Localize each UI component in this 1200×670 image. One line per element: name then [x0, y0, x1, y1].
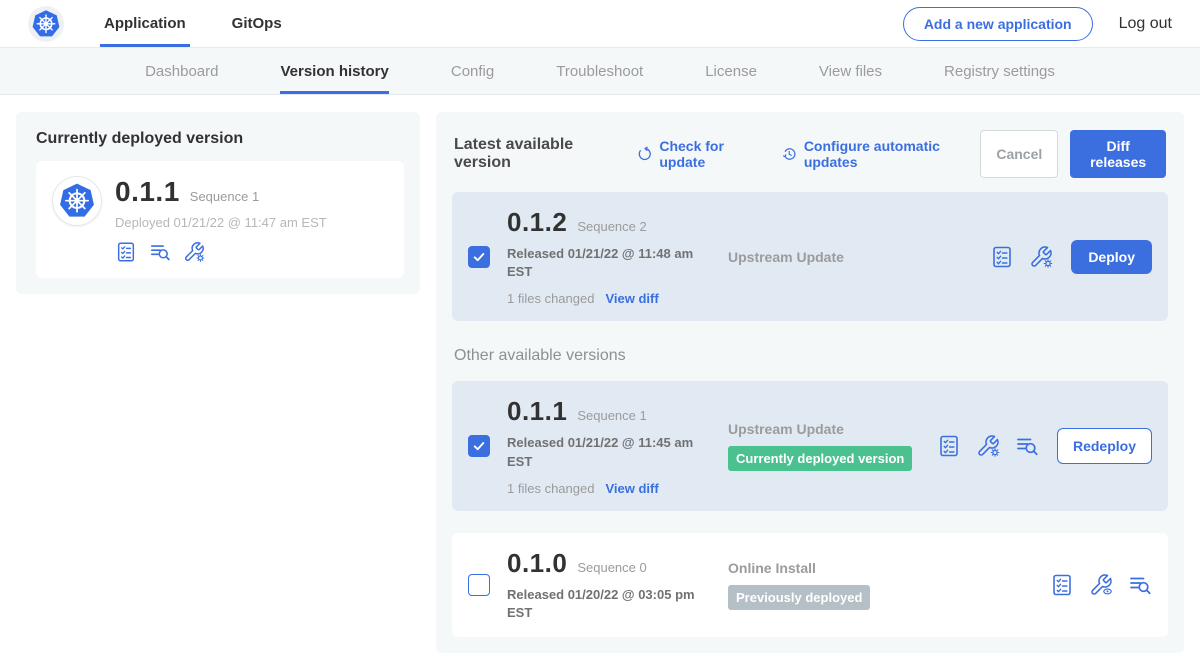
redeploy-button[interactable]: Redeploy — [1057, 428, 1152, 464]
sequence-label: Sequence 1 — [577, 408, 646, 423]
version-number: 0.1.1 — [507, 396, 567, 427]
version-row-0-1-0: 0.1.0 Sequence 0 Released 01/20/22 @ 03:… — [452, 533, 1168, 637]
checkmark-icon — [471, 249, 487, 265]
currently-deployed-panel: Currently deployed version 0.1.1 Sequenc… — [16, 112, 420, 294]
refresh-icon — [637, 145, 653, 163]
previously-deployed-badge: Previously deployed — [728, 585, 870, 610]
version-row-0-1-1: 0.1.1 Sequence 1 Released 01/21/22 @ 11:… — [452, 381, 1168, 510]
files-changed-label: 1 files changed — [507, 481, 594, 496]
app-subnav: Dashboard Version history Config Trouble… — [0, 48, 1200, 95]
other-versions-title: Other available versions — [454, 347, 1166, 365]
release-notes-icon[interactable] — [1050, 573, 1074, 597]
version-source-label: Upstream Update — [728, 249, 973, 265]
cancel-button[interactable]: Cancel — [980, 130, 1058, 178]
subnav-item-dashboard[interactable]: Dashboard — [145, 48, 218, 94]
file-search-icon[interactable] — [149, 241, 171, 263]
file-search-icon[interactable] — [1128, 573, 1152, 597]
latest-available-title: Latest available version — [454, 136, 619, 172]
check-for-update-link[interactable]: Check for update — [637, 138, 763, 170]
tab-gitops[interactable]: GitOps — [228, 0, 286, 47]
currently-deployed-badge: Currently deployed version — [728, 446, 912, 471]
version-source-label: Online Install — [728, 560, 1033, 576]
deployed-sequence-label: Sequence 1 — [190, 189, 259, 204]
version-checkbox[interactable] — [468, 435, 490, 457]
subnav-item-troubleshoot[interactable]: Troubleshoot — [556, 48, 643, 94]
configure-updates-link[interactable]: Configure automatic updates — [781, 138, 980, 170]
released-timestamp: Released 01/21/22 @ 11:45 am EST — [507, 434, 711, 470]
config-view-icon[interactable] — [1089, 573, 1113, 597]
sequence-label: Sequence 2 — [577, 219, 646, 234]
logout-link[interactable]: Log out — [1119, 15, 1172, 33]
diff-releases-button[interactable]: Diff releases — [1070, 130, 1166, 178]
version-row-0-1-2: 0.1.2 Sequence 2 Released 01/21/22 @ 11:… — [452, 192, 1168, 321]
version-checkbox[interactable] — [468, 574, 490, 596]
release-notes-icon[interactable] — [990, 245, 1014, 269]
tab-application[interactable]: Application — [100, 0, 190, 47]
deploy-button[interactable]: Deploy — [1071, 240, 1152, 274]
sequence-label: Sequence 0 — [577, 560, 646, 575]
config-edit-icon[interactable] — [183, 241, 205, 263]
configure-updates-label: Configure automatic updates — [804, 138, 981, 170]
file-search-icon[interactable] — [1015, 434, 1039, 458]
tab-application-label: Application — [104, 15, 186, 32]
app-logo — [28, 0, 64, 47]
check-for-update-label: Check for update — [659, 138, 763, 170]
subnav-item-config[interactable]: Config — [451, 48, 494, 94]
subnav-item-registry-settings[interactable]: Registry settings — [944, 48, 1055, 94]
deployed-timestamp: Deployed 01/21/22 @ 11:47 am EST — [115, 215, 327, 230]
released-timestamp: Released 01/21/22 @ 11:48 am EST — [507, 245, 711, 281]
checkmark-icon — [471, 438, 487, 454]
kubernetes-app-icon — [52, 176, 102, 226]
currently-deployed-title: Currently deployed version — [36, 130, 404, 148]
auto-update-clock-icon — [781, 145, 797, 163]
deployed-version-card: 0.1.1 Sequence 1 Deployed 01/21/22 @ 11:… — [36, 161, 404, 278]
subnav-item-version-history[interactable]: Version history — [280, 48, 388, 94]
files-changed-label: 1 files changed — [507, 291, 594, 306]
version-number: 0.1.2 — [507, 207, 567, 238]
subnav-item-view-files[interactable]: View files — [819, 48, 882, 94]
view-diff-link[interactable]: View diff — [605, 291, 658, 306]
config-edit-icon[interactable] — [1029, 245, 1053, 269]
view-diff-link[interactable]: View diff — [605, 481, 658, 496]
add-application-button[interactable]: Add a new application — [903, 7, 1093, 41]
version-number: 0.1.0 — [507, 548, 567, 579]
release-notes-icon[interactable] — [937, 434, 961, 458]
released-timestamp: Released 01/20/22 @ 03:05 pm EST — [507, 586, 711, 622]
top-header: Application GitOps Add a new application… — [0, 0, 1200, 48]
tab-gitops-label: GitOps — [232, 15, 282, 32]
deployed-version-number: 0.1.1 — [115, 176, 180, 208]
main-content: Currently deployed version 0.1.1 Sequenc… — [0, 95, 1200, 670]
config-edit-icon[interactable] — [976, 434, 1000, 458]
subnav-item-license[interactable]: License — [705, 48, 757, 94]
version-checkbox[interactable] — [468, 246, 490, 268]
kubernetes-logo-icon — [28, 6, 64, 42]
release-notes-icon[interactable] — [115, 241, 137, 263]
version-source-label: Upstream Update — [728, 421, 920, 437]
available-versions-panel: Latest available version Check for updat… — [436, 112, 1184, 653]
